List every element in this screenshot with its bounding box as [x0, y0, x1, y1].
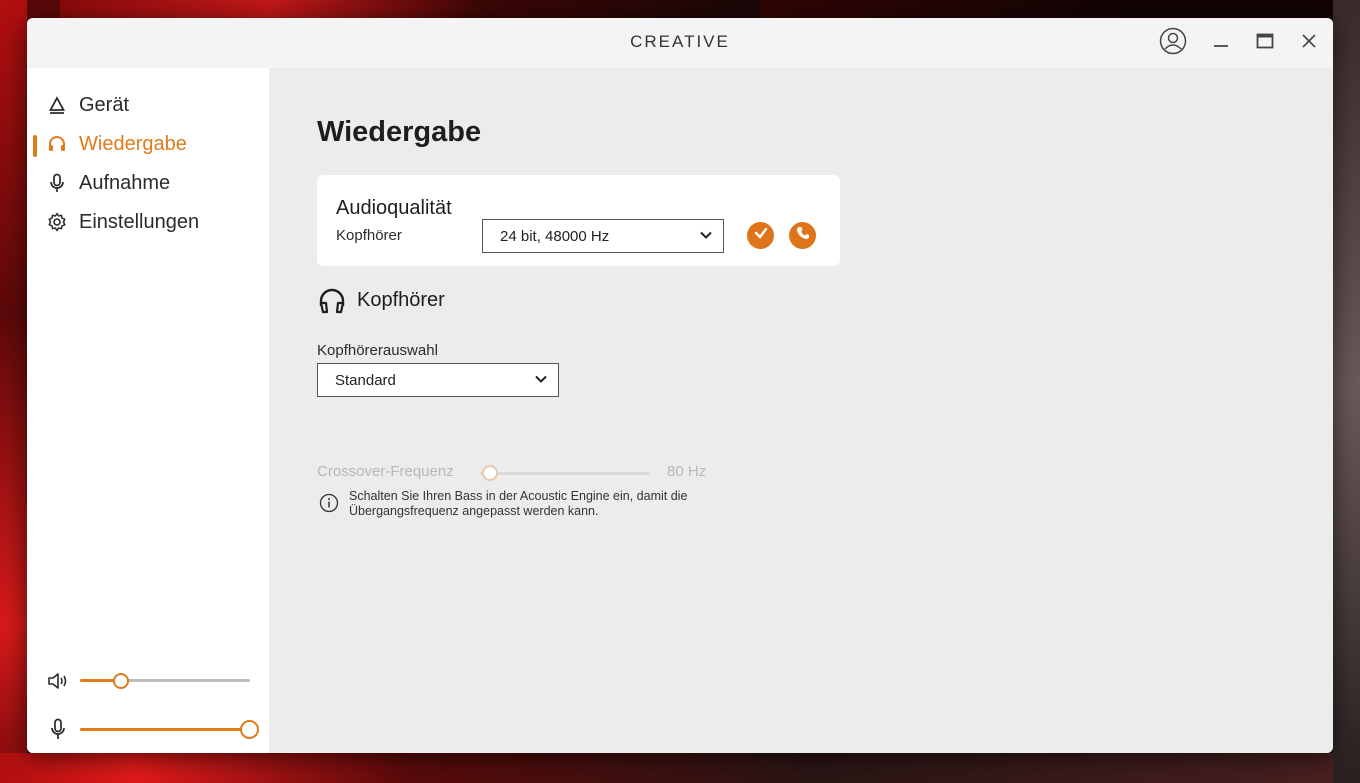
microphone-icon	[49, 718, 67, 745]
crossover-slider-thumb[interactable]	[482, 465, 498, 481]
headphones-section-label: Kopfhörer	[357, 288, 445, 311]
sidebar-item-label: Gerät	[79, 93, 130, 116]
audio-quality-card: Audioqualität Kopfhörer 24 bit, 48000 Hz	[317, 175, 840, 266]
sidebar-item-einstellungen[interactable]: Einstellungen	[27, 205, 269, 239]
background-red-streak-bottom	[0, 753, 1360, 783]
audio-quality-value: 24 bit, 48000 Hz	[500, 227, 610, 245]
mic-level-slider[interactable]	[80, 718, 260, 740]
sidebar-item-label: Wiedergabe	[79, 132, 187, 155]
headphone-selection-select[interactable]: Standard	[317, 363, 559, 397]
crossover-slider-track	[480, 472, 650, 475]
creative-logo: CREATIVE	[630, 32, 730, 51]
background-dark-right	[1333, 0, 1360, 783]
sidebar: Gerät Wiedergabe Aufnahme Einstellungen	[27, 68, 269, 753]
active-indicator	[33, 135, 37, 157]
phone-icon	[795, 225, 811, 246]
volume-slider[interactable]	[80, 670, 250, 692]
crossover-value: 80 Hz	[667, 463, 707, 480]
crossover-label: Crossover-Frequenz	[317, 463, 454, 480]
maximize-icon[interactable]	[1250, 26, 1280, 56]
background-red-streak	[0, 0, 27, 783]
test-sound-button[interactable]	[789, 222, 816, 249]
headphones-section-title: Kopfhörer	[317, 286, 445, 314]
minimize-icon[interactable]	[1206, 26, 1236, 56]
background-red-streak-top	[60, 0, 760, 18]
title-bar[interactable]: CREATIVE	[27, 18, 1333, 68]
headphones-icon	[317, 286, 347, 314]
mic-slider-thumb[interactable]	[240, 720, 259, 739]
sidebar-item-geraet[interactable]: Gerät	[27, 88, 269, 122]
audio-quality-label: Kopfhörer	[336, 227, 402, 244]
page-title: Wiedergabe	[317, 116, 482, 148]
sidebar-item-aufnahme[interactable]: Aufnahme	[27, 166, 269, 200]
app-window: CREATIVE Gerät Wiedergabe Aufnahme Einst…	[27, 18, 1333, 753]
microphone-icon	[46, 172, 68, 194]
checkmark-icon	[753, 225, 769, 246]
close-icon[interactable]	[1294, 26, 1324, 56]
chevron-down-icon	[699, 228, 713, 245]
crossover-slider[interactable]	[480, 463, 650, 483]
audio-quality-select[interactable]: 24 bit, 48000 Hz	[482, 219, 724, 253]
device-triangle-icon	[46, 94, 68, 116]
confirm-button[interactable]	[747, 222, 774, 249]
headphones-icon	[46, 133, 68, 155]
sidebar-item-label: Aufnahme	[79, 171, 171, 194]
audio-quality-title: Audioqualität	[336, 197, 452, 219]
chevron-down-icon	[534, 372, 548, 389]
speaker-icon	[47, 671, 69, 696]
headphone-selection-value: Standard	[335, 371, 396, 389]
account-icon[interactable]	[1158, 26, 1188, 56]
crossover-info-text: Schalten Sie Ihren Bass in der Acoustic …	[349, 489, 688, 518]
info-icon	[319, 493, 339, 518]
gear-icon	[46, 211, 68, 233]
sidebar-item-wiedergabe[interactable]: Wiedergabe	[27, 127, 269, 161]
sidebar-item-label: Einstellungen	[79, 210, 200, 233]
volume-slider-thumb[interactable]	[113, 673, 129, 689]
main-content: Wiedergabe Audioqualität Kopfhörer 24 bi…	[269, 68, 1333, 753]
headphone-selection-label: Kopfhörerauswahl	[317, 342, 438, 359]
mic-slider-fill	[80, 728, 245, 731]
